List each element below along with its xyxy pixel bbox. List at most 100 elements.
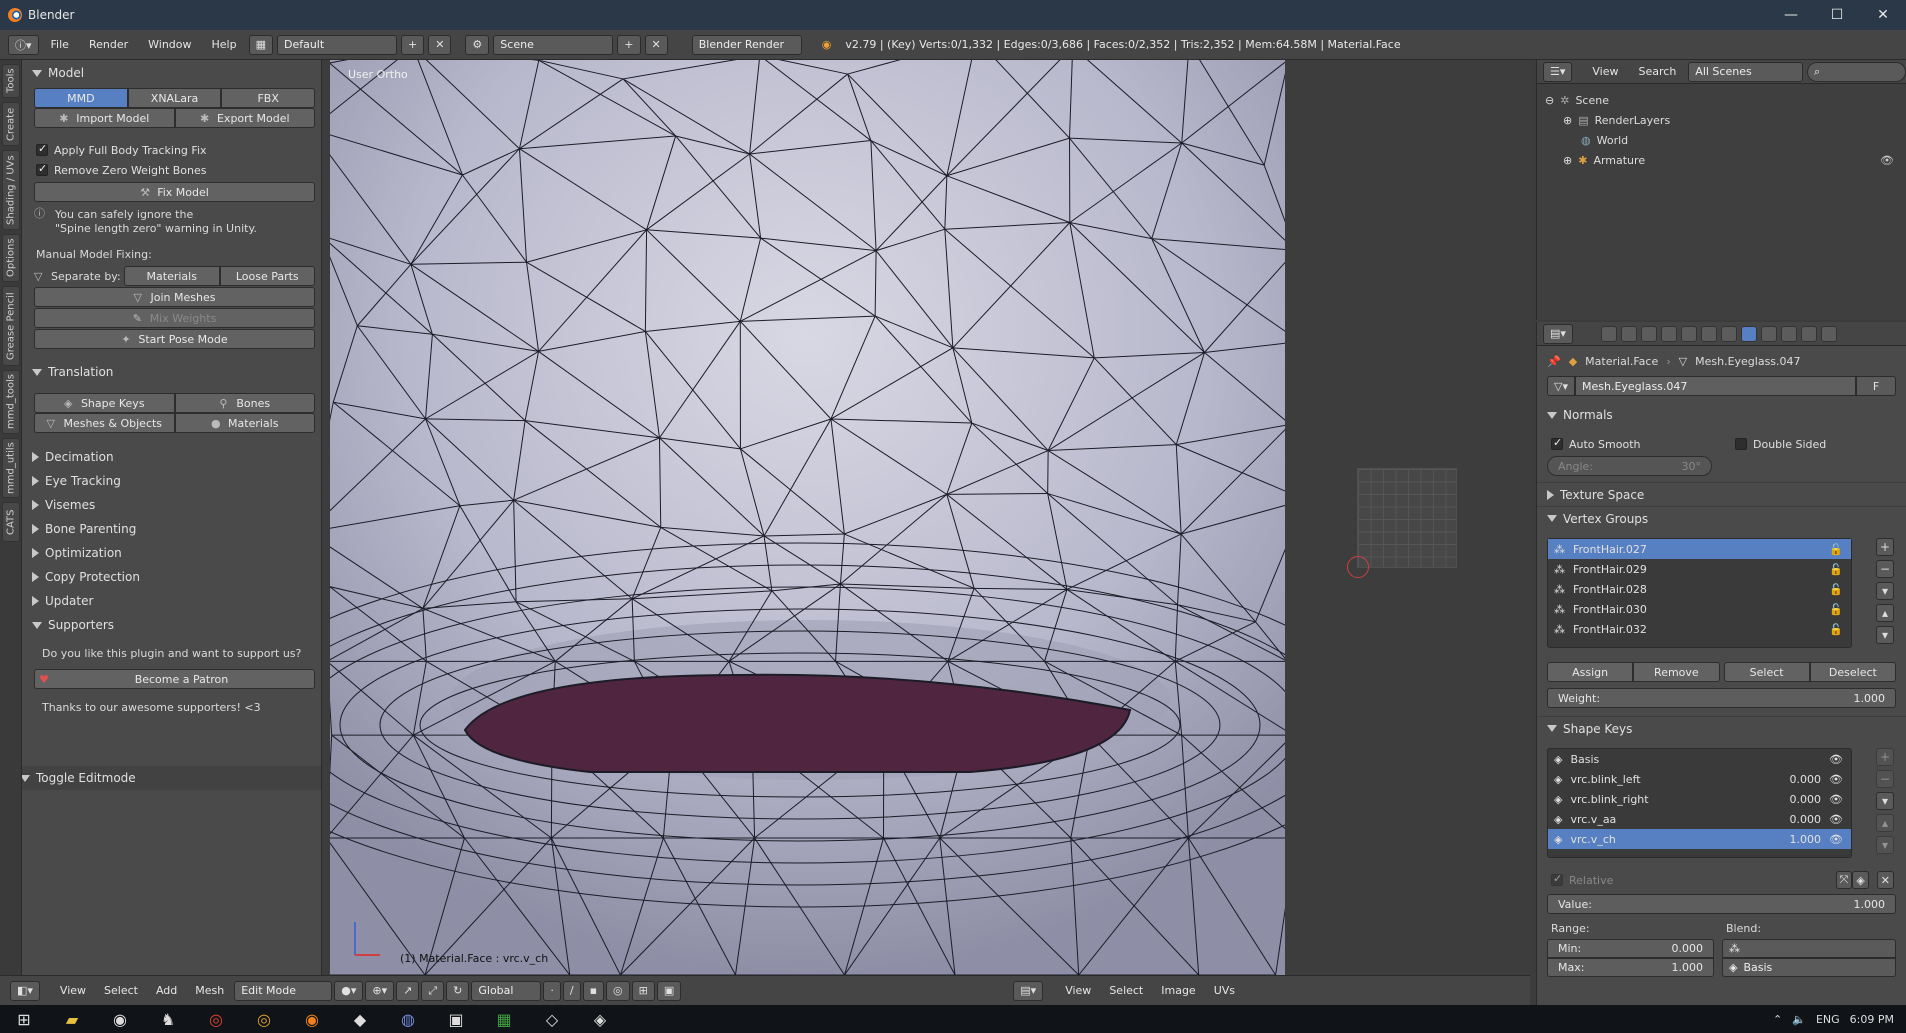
translate-meshes-button[interactable]: ▽ Meshes & Objects: [34, 413, 175, 433]
chrome-icon[interactable]: ◎: [192, 1010, 240, 1029]
uv-menu-select[interactable]: Select: [1101, 984, 1151, 997]
remove-scene-icon[interactable]: ✕: [644, 34, 668, 55]
shape-keys-list[interactable]: ◈ Basis 👁 ◈ vrc.blink_left 0.000 👁 ◈ vrc.blink…: [1547, 748, 1852, 858]
visibility-eye-icon[interactable]: 👁: [1829, 833, 1843, 846]
menu-mesh[interactable]: Mesh: [187, 984, 232, 997]
list-item[interactable]: ⁂ FrontHair.032 🔓: [1548, 619, 1851, 639]
supporters-panel-header[interactable]: Supporters: [22, 613, 321, 637]
list-item[interactable]: ◈ vrc.blink_right 0.000 👁: [1548, 789, 1851, 809]
visibility-eye-icon[interactable]: 👁: [1829, 813, 1843, 826]
specials-icon[interactable]: ▾: [1876, 792, 1894, 810]
steam-icon[interactable]: ◉: [96, 1010, 144, 1029]
move-up-icon[interactable]: ▴: [1876, 814, 1894, 832]
shape-keys-panel-header[interactable]: Shape Keys: [1537, 716, 1906, 740]
add-icon[interactable]: +: [1876, 538, 1894, 556]
texture-tab-icon[interactable]: [1780, 325, 1797, 342]
menu-help[interactable]: Help: [204, 38, 245, 51]
decimation-panel-header[interactable]: Decimation: [22, 445, 321, 469]
add-layout-icon[interactable]: +: [400, 34, 425, 55]
angle-slider[interactable]: Angle: 30°: [1547, 456, 1712, 476]
deselect-button[interactable]: Deselect: [1809, 662, 1896, 682]
menu-window[interactable]: Window: [140, 38, 199, 51]
uv-menu-view[interactable]: View: [1057, 984, 1099, 997]
outliner-item-world[interactable]: ◍ World: [1537, 130, 1906, 150]
clear-weight-icon[interactable]: ✕: [1876, 871, 1894, 889]
rotate-manipulator-icon[interactable]: ↻: [446, 980, 470, 1001]
volume-icon[interactable]: 🔈: [1792, 1013, 1806, 1026]
tab-grease-pencil[interactable]: Grease Pencil: [2, 286, 20, 366]
uv-menu-image[interactable]: Image: [1153, 984, 1203, 997]
eye-tracking-panel-header[interactable]: Eye Tracking: [22, 469, 321, 493]
translate-materials-button[interactable]: ● Materials: [174, 413, 315, 433]
max-field[interactable]: Max: 1.000: [1547, 958, 1714, 977]
blender-taskbar-icon[interactable]: ◉: [288, 1010, 336, 1029]
unity-icon[interactable]: ◇: [528, 1010, 576, 1029]
maximize-button[interactable]: ☐: [1814, 7, 1860, 23]
pivot-point-icon[interactable]: ⊕▾: [365, 980, 395, 1001]
visemes-panel-header[interactable]: Visemes: [22, 493, 321, 517]
translate-bones-button[interactable]: ⚲ Bones: [174, 393, 315, 413]
mesh-wireframe-canvas[interactable]: [330, 60, 1285, 975]
vertex-group-blend-field[interactable]: ⁂: [1722, 939, 1896, 958]
add-scene-icon[interactable]: +: [617, 34, 641, 55]
menu-file[interactable]: File: [43, 38, 77, 51]
minimize-button[interactable]: —: [1768, 7, 1814, 23]
translate-manipulator-icon[interactable]: ⤢: [421, 980, 445, 1001]
visibility-eye-icon[interactable]: 👁: [1880, 154, 1894, 167]
editor-type-uv-icon[interactable]: ▤▾: [1013, 980, 1044, 1001]
editor-type-properties-icon[interactable]: ▤▾: [1543, 323, 1573, 344]
render-tab-icon[interactable]: [1600, 325, 1617, 342]
mesh-name-field[interactable]: Mesh.Eyeglass.047: [1574, 376, 1856, 396]
weight-slider[interactable]: Weight: 1.000: [1547, 688, 1896, 708]
add-icon[interactable]: +: [1876, 748, 1894, 766]
remove-button[interactable]: Remove: [1633, 662, 1720, 682]
outliner-search-input[interactable]: ⌕: [1807, 61, 1906, 82]
become-patron-button[interactable]: ♥ Become a Patron: [34, 669, 315, 689]
layout-grid-icon[interactable]: ▦: [248, 34, 273, 55]
tab-cats[interactable]: CATS: [2, 502, 20, 542]
face-select-icon[interactable]: ▪: [582, 980, 605, 1001]
list-item[interactable]: ⁂ FrontHair.029 🔓: [1548, 559, 1851, 579]
tray-arrow-icon[interactable]: ⌃: [1773, 1013, 1782, 1026]
start-pose-mode-button[interactable]: ✦ Start Pose Mode: [34, 329, 315, 349]
scene-icon[interactable]: ⚙: [465, 34, 490, 55]
remove-icon[interactable]: −: [1876, 560, 1894, 578]
particles-tab-icon[interactable]: [1800, 325, 1817, 342]
tab-options[interactable]: Options: [2, 234, 20, 282]
list-item[interactable]: ◈ vrc.v_aa 0.000 👁: [1548, 809, 1851, 829]
editor-type-outliner-icon[interactable]: ☰▾: [1543, 61, 1573, 82]
vertex-select-icon[interactable]: ·: [543, 980, 561, 1001]
cat-app-icon[interactable]: ♞: [144, 1010, 192, 1029]
tab-xnalara[interactable]: XNALara: [127, 88, 222, 108]
pin-icon[interactable]: 📌: [1547, 355, 1561, 368]
tab-fbx[interactable]: FBX: [221, 88, 316, 108]
list-item[interactable]: ⁂ FrontHair.028 🔓: [1548, 579, 1851, 599]
updater-panel-header[interactable]: Updater: [22, 589, 321, 613]
fake-user-button[interactable]: F: [1856, 376, 1896, 396]
tab-mmd-utils[interactable]: mmd_utils: [2, 438, 20, 498]
move-down-icon[interactable]: ▾: [1876, 836, 1894, 854]
list-item[interactable]: ◈ Basis 👁: [1548, 749, 1851, 769]
mix-weights-button[interactable]: ✎ Mix Weights: [34, 308, 315, 328]
uv-menu-uvs[interactable]: UVs: [1206, 984, 1243, 997]
lock-icon[interactable]: 🔓: [1829, 583, 1843, 596]
lock-icon[interactable]: 🔓: [1829, 623, 1843, 636]
viewport-shading-icon[interactable]: ●▾: [334, 980, 364, 1001]
list-item[interactable]: ◈ vrc.blink_left 0.000 👁: [1548, 769, 1851, 789]
translate-shape-keys-button[interactable]: ◈ Shape Keys: [34, 393, 175, 413]
normals-panel-header[interactable]: Normals: [1537, 404, 1906, 426]
uv-image-editor[interactable]: [1285, 60, 1530, 975]
scene-tab-icon[interactable]: [1640, 325, 1657, 342]
modifiers-tab-icon[interactable]: [1720, 325, 1737, 342]
render-preview-icon[interactable]: ▣: [656, 980, 682, 1001]
auto-smooth-checkbox[interactable]: Auto Smooth: [1551, 434, 1721, 454]
list-item[interactable]: ⁂ FrontHair.030 🔓: [1548, 599, 1851, 619]
lock-icon[interactable]: 🔓: [1829, 603, 1843, 616]
close-button[interactable]: ✕: [1860, 7, 1906, 23]
physics-tab-icon[interactable]: [1820, 325, 1837, 342]
pin-shape-icon[interactable]: ◈: [1852, 871, 1869, 889]
language-indicator[interactable]: ENG: [1816, 1013, 1840, 1026]
separate-loose-parts-button[interactable]: Loose Parts: [219, 266, 315, 286]
editor-type-3d-icon[interactable]: ◧▾: [10, 980, 40, 1001]
remove-icon[interactable]: −: [1876, 770, 1894, 788]
